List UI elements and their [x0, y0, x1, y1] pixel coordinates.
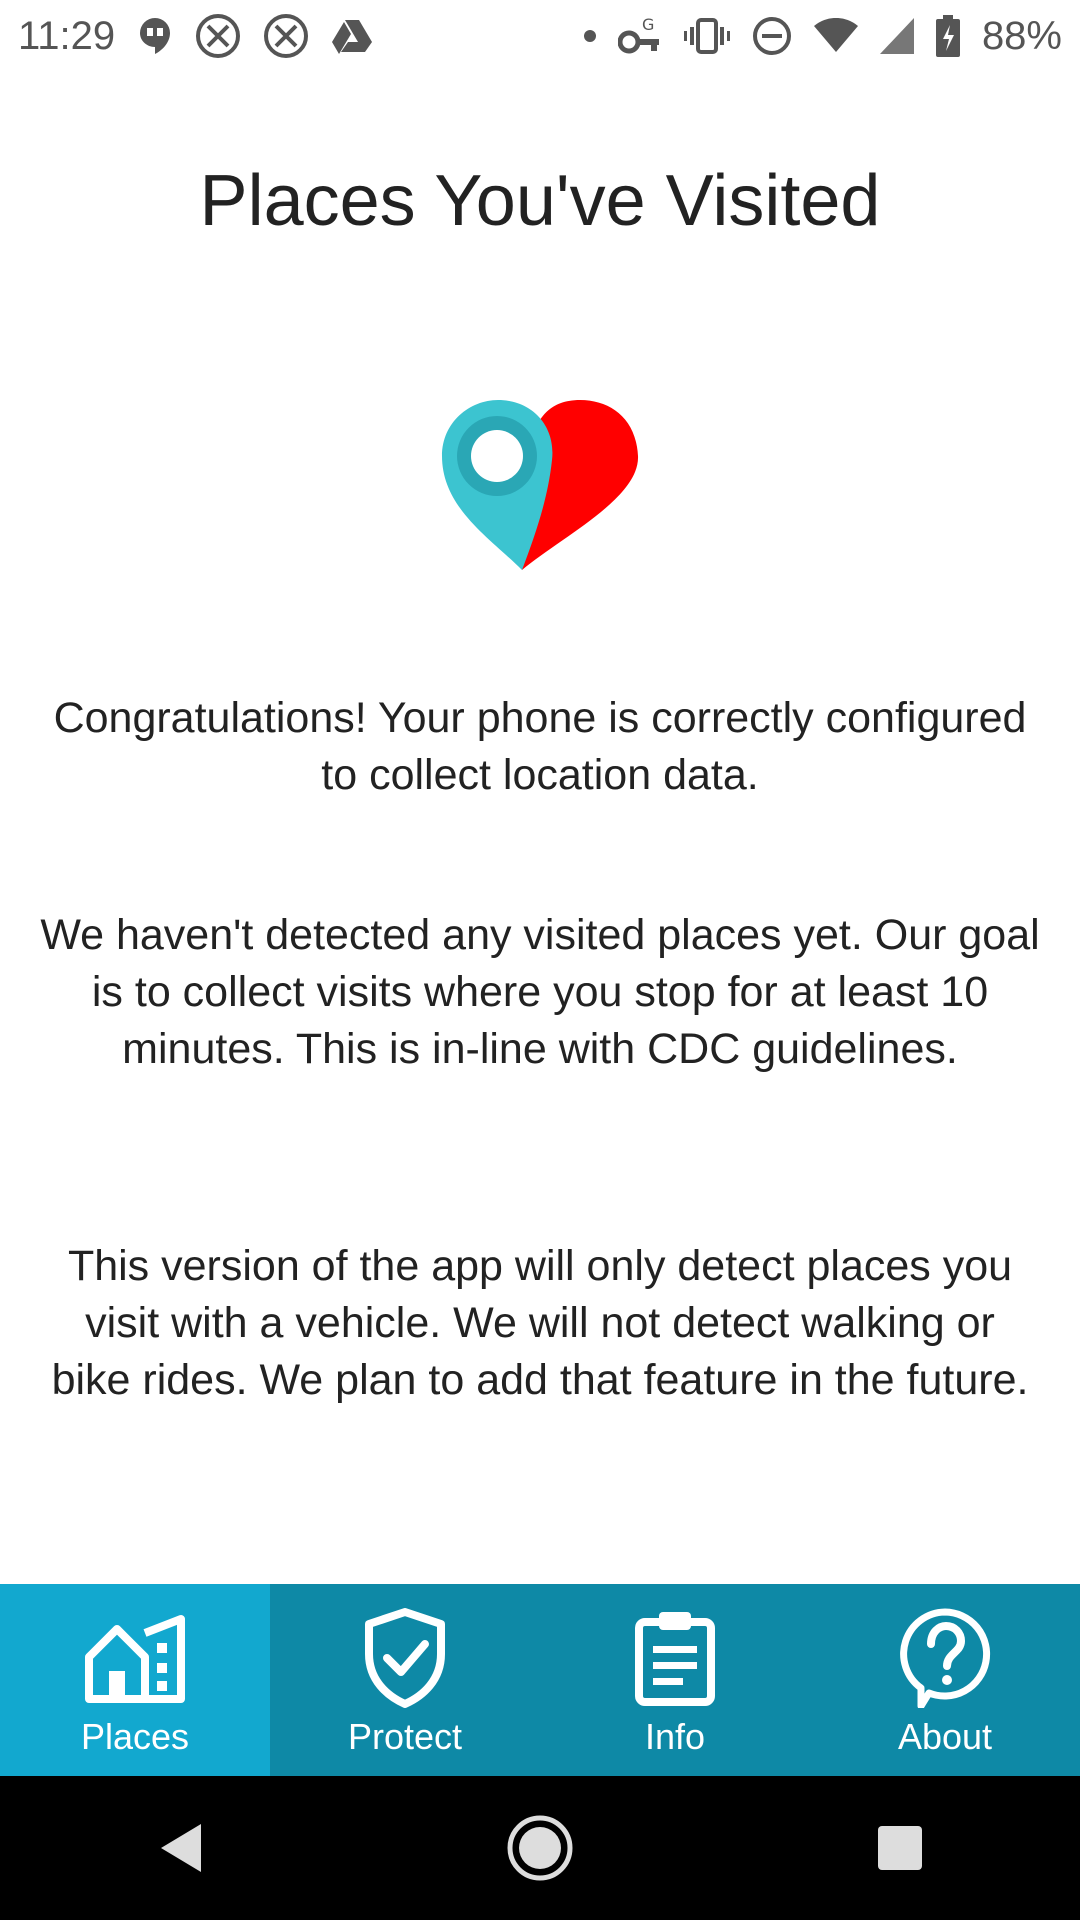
status-right: G 88%: [583, 13, 1062, 59]
home-button[interactable]: [480, 1788, 600, 1908]
nav-item-places[interactable]: Places: [0, 1584, 270, 1776]
cell-signal-icon: [879, 18, 914, 54]
status-left: 11:29: [18, 13, 373, 59]
nav-label: Places: [80, 1716, 190, 1757]
congrats-text: Congratulations! Your phone is correctly…: [53, 694, 1027, 799]
nav-item-about[interactable]: About: [810, 1584, 1080, 1776]
nav-label: Protect: [347, 1716, 463, 1757]
svg-text:G: G: [642, 16, 654, 34]
nav-label: Info: [644, 1716, 706, 1757]
wifi-icon: [813, 18, 858, 54]
clipboard-icon: [633, 1608, 717, 1708]
nav-item-protect[interactable]: Protect: [270, 1584, 540, 1776]
do-not-disturb-icon: [752, 16, 792, 56]
status-bar: 11:29 G 88%: [0, 0, 1080, 72]
nav-item-info[interactable]: Info: [540, 1584, 810, 1776]
nav-label: About: [897, 1716, 993, 1757]
location-heart-icon: [440, 398, 640, 573]
battery-charging-icon: [935, 15, 960, 57]
back-button[interactable]: [120, 1788, 240, 1908]
status-time: 11:29: [18, 13, 116, 58]
drive-icon: [331, 18, 373, 54]
system-nav-bar: [0, 1776, 1080, 1920]
page-title: Places You've Visited: [199, 161, 881, 241]
no-visits-text: We haven't detected any visited places y…: [40, 911, 1040, 1073]
vpn-key-icon: G: [617, 16, 662, 56]
dot-icon: [583, 30, 596, 42]
hangouts-icon: [137, 16, 173, 56]
help-circle-icon: [899, 1608, 991, 1708]
vibrate-icon: [683, 16, 730, 56]
recents-button[interactable]: [840, 1788, 960, 1908]
vehicle-only-text: This version of the app will only detect…: [51, 1242, 1029, 1404]
x-circle-icon: [263, 13, 309, 59]
battery-percent: 88%: [981, 13, 1062, 58]
shield-check-icon: [363, 1608, 447, 1708]
x-circle-icon: [195, 13, 241, 59]
bottom-nav: Places Protect Info About: [0, 1584, 1080, 1776]
buildings-icon: [83, 1608, 187, 1708]
